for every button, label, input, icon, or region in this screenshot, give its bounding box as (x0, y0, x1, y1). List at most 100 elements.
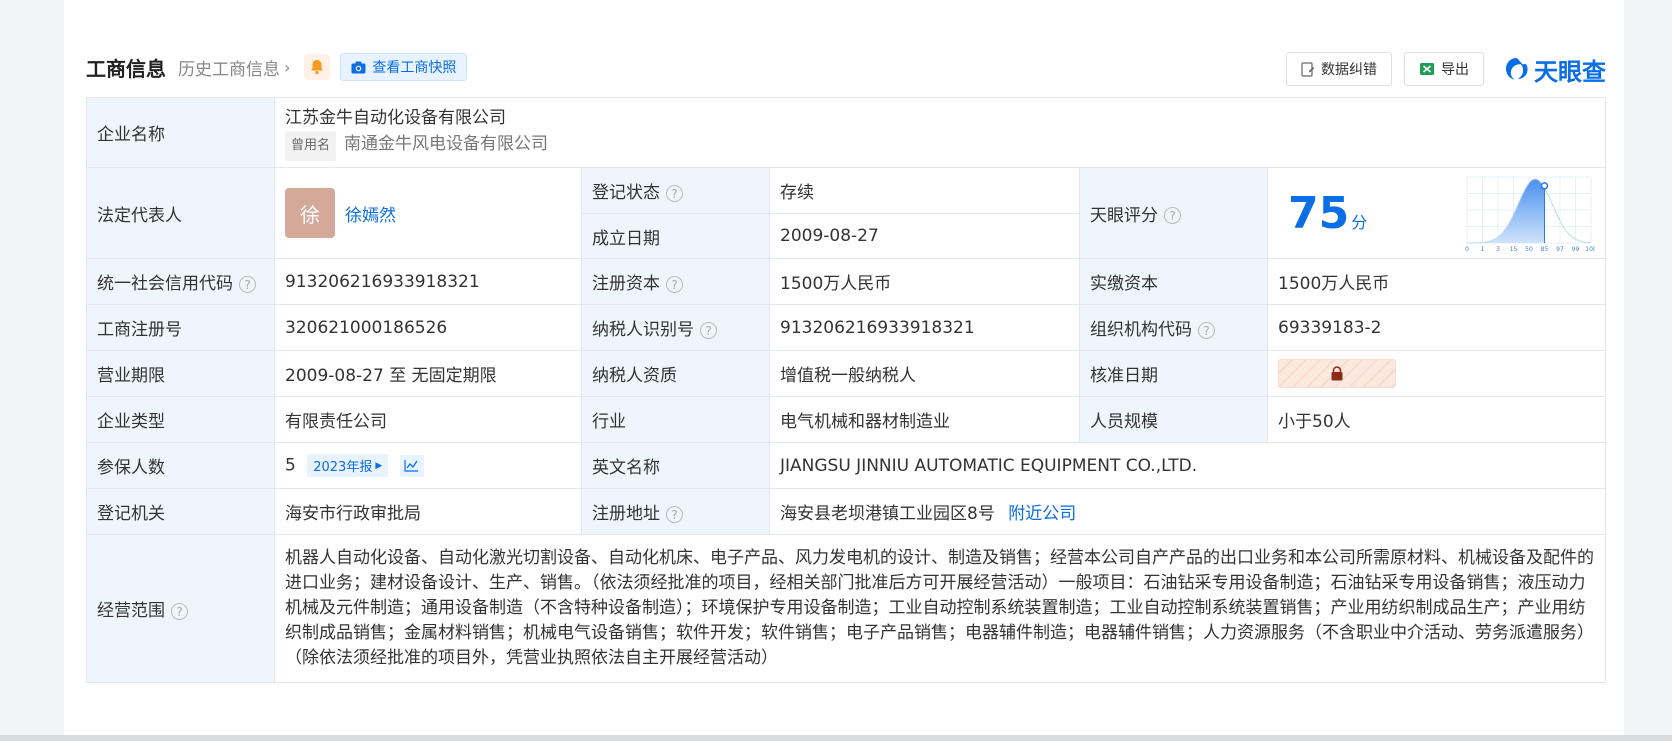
score-tick-label: 1 (1481, 246, 1485, 253)
address-label-cell: 注册地址? (581, 488, 770, 535)
toolbar-right: 数据纠错 导出 天眼查 (1274, 52, 1606, 86)
nearby-companies-link[interactable]: 附近公司 (1008, 504, 1076, 524)
insured-label: 参保人数 (86, 442, 275, 489)
status-label: 登记状态 (592, 183, 660, 203)
annual-report-tag[interactable]: 2023年报 ▶ (307, 454, 389, 477)
legal-rep-cell: 徐徐嫣然 (274, 167, 582, 259)
score-tick-label: 50 (1525, 246, 1533, 253)
bottom-scrollbar[interactable] (0, 735, 1672, 741)
table-row: 企业名称 江苏金牛自动化设备有限公司 曾用名 南通金牛风电设备有限公司 (86, 97, 1607, 168)
table-row: 企业类型 有限责任公司 行业 电气机械和器材制造业 人员规模 小于50人 (86, 396, 1607, 443)
data-correction-button[interactable]: 数据纠错 (1286, 52, 1392, 86)
former-name-tag: 曾用名 (285, 130, 337, 161)
help-icon[interactable]: ? (666, 505, 683, 523)
former-name: 南通金牛风电设备有限公司 (344, 133, 549, 154)
tianyancha-logo: 天眼查 (1504, 52, 1606, 87)
reg-capital-value: 1500万人民币 (769, 258, 1080, 305)
export-label: 导出 (1441, 62, 1469, 78)
reg-no-value: 320621000186526 (274, 304, 582, 351)
taxpayer-id-value: 913206216933918321 (769, 304, 1080, 351)
address-label: 注册地址 (592, 504, 660, 524)
staff-label: 人员规模 (1079, 396, 1268, 443)
credit-code-label-cell: 统一社会信用代码? (86, 258, 275, 305)
industry-label: 行业 (581, 396, 770, 443)
industry-value: 电气机械和器材制造业 (769, 396, 1080, 443)
camera-icon (351, 61, 366, 73)
insured-value: 5 (285, 455, 296, 476)
chevron-right-icon: › (284, 57, 291, 77)
table-row: 统一社会信用代码? 913206216933918321 注册资本? 1500万… (86, 258, 1607, 305)
bell-icon[interactable] (304, 54, 331, 80)
lock-icon (1331, 366, 1343, 381)
excel-icon (1420, 63, 1434, 75)
help-icon[interactable]: ? (1198, 321, 1215, 339)
org-code-label-cell: 组织机构代码? (1079, 304, 1268, 351)
approve-date-label: 核准日期 (1079, 350, 1268, 397)
score-display: 75 分 (1288, 188, 1367, 239)
authority-value: 海安市行政审批局 (274, 488, 582, 535)
scope-label: 经营范围 (97, 601, 165, 621)
score-tick-label: 3 (1496, 246, 1500, 253)
score-tick-label: 99 (1572, 246, 1580, 253)
address-value: 海安县老坝港镇工业园区8号 (780, 504, 995, 524)
table-row: 法定代表人 徐徐嫣然 登记状态? 存续 天眼评分? 75 分 0 1 3 15 … (86, 167, 1607, 259)
insured-cell: 5 2023年报 ▶ (274, 442, 582, 489)
credit-code-value: 913206216933918321 (274, 258, 582, 305)
company-name-cell: 江苏金牛自动化设备有限公司 曾用名 南通金牛风电设备有限公司 (273, 97, 1607, 168)
help-icon[interactable]: ? (666, 184, 683, 202)
type-label: 企业类型 (86, 396, 275, 443)
founded-value: 2009-08-27 (769, 213, 1080, 259)
paid-capital-label: 实缴资本 (1079, 258, 1268, 305)
score-cell[interactable]: 75 分 0 1 3 15 50 85 97 99 100 (1266, 167, 1607, 259)
snapshot-button[interactable]: 查看工商快照 (340, 53, 468, 81)
score-tick-label: 100 (1585, 246, 1595, 253)
authority-label: 登记机关 (86, 488, 275, 535)
score-unit: 分 (1351, 212, 1368, 232)
scope-value: 机器人自动化设备、自动化激光切割设备、自动化机床、电子产品、风力发电机的设计、制… (273, 534, 1607, 683)
address-cell: 海安县老坝港镇工业园区8号 附近公司 (768, 488, 1607, 535)
org-code-value: 69339183-2 (1266, 304, 1607, 351)
staff-value: 小于50人 (1266, 396, 1607, 443)
table-row: 登记机关 海安市行政审批局 注册地址? 海安县老坝港镇工业园区8号 附近公司 (86, 488, 1607, 535)
founded-label: 成立日期 (581, 213, 770, 259)
legal-rep-label: 法定代表人 (86, 167, 275, 259)
table-row: 经营范围? 机器人自动化设备、自动化激光切割设备、自动化机床、电子产品、风力发电… (86, 534, 1607, 683)
score-tick-label: 15 (1510, 246, 1518, 253)
reg-capital-label: 注册资本 (592, 274, 660, 294)
score-tick-label: 0 (1465, 246, 1469, 253)
english-name-value: JIANGSU JINNIU AUTOMATIC EQUIPMENT CO.,L… (768, 442, 1607, 489)
tax-qual-label: 纳税人资质 (581, 350, 770, 397)
history-link[interactable]: 历史工商信息 › (178, 55, 290, 80)
help-icon[interactable]: ? (239, 275, 256, 293)
english-name-label: 英文名称 (581, 442, 770, 489)
legal-rep-name[interactable]: 徐嫣然 (345, 206, 396, 226)
company-name: 江苏金牛自动化设备有限公司 (285, 107, 506, 128)
reg-capital-label-cell: 注册资本? (581, 258, 770, 305)
score-label-cell: 天眼评分? (1079, 167, 1268, 259)
section-header: 工商信息 历史工商信息 › 查看工商快照 数据纠错 导出 天眼查 (86, 52, 1606, 86)
score-fill-area (1467, 179, 1545, 243)
help-icon[interactable]: ? (1164, 207, 1181, 224)
company-name-label: 企业名称 (86, 97, 275, 168)
score-tick-label: 85 (1541, 246, 1549, 253)
type-value: 有限责任公司 (274, 396, 582, 443)
help-icon[interactable]: ? (700, 321, 717, 339)
table-row: 工商注册号 320621000186526 纳税人识别号? 9132062169… (86, 304, 1607, 351)
help-icon[interactable]: ? (171, 602, 188, 620)
caret-right-icon: ▶ (375, 460, 383, 471)
export-button[interactable]: 导出 (1404, 52, 1484, 86)
history-link-label: 历史工商信息 (178, 59, 280, 80)
trend-chart-button[interactable] (399, 454, 424, 477)
locked-value[interactable] (1278, 359, 1396, 388)
table-row: 营业期限 2009-08-27 至 无固定期限 纳税人资质 增值税一般纳税人 核… (86, 350, 1607, 397)
score-distribution-chart: 0 1 3 15 50 85 97 99 100 (1465, 176, 1595, 253)
score-label: 天眼评分 (1090, 205, 1158, 226)
section-title: 工商信息 (86, 56, 166, 81)
brand-name: 天眼查 (1534, 57, 1606, 86)
former-name-row: 曾用名 南通金牛风电设备有限公司 (285, 130, 1595, 161)
taxpayer-id-label-cell: 纳税人识别号? (581, 304, 770, 351)
document-edit-icon (1301, 61, 1315, 77)
help-icon[interactable]: ? (666, 275, 683, 293)
score-marker-dot (1540, 182, 1549, 190)
status-value: 存续 (769, 167, 1080, 214)
